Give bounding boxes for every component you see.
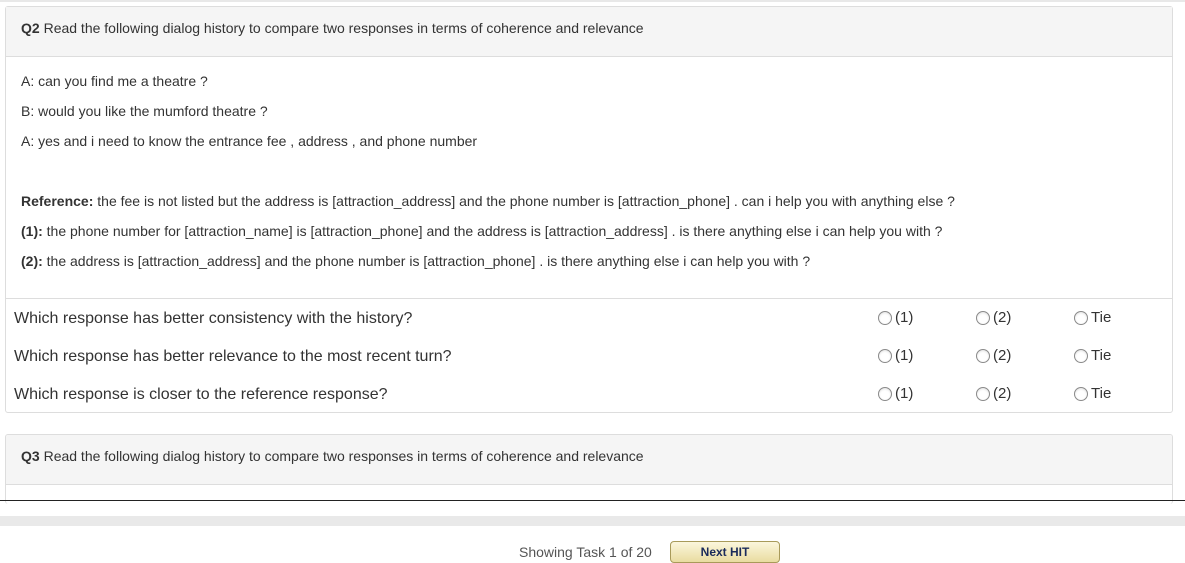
option-label: (1) [895,385,914,402]
question-panel-q2: Q2 Read the following dialog history to … [5,6,1173,413]
rating-row-relevance: Which response has better relevance to t… [14,345,1172,383]
option-tie-radio[interactable]: Tie [1074,347,1111,364]
panel-heading-q2: Q2 Read the following dialog history to … [6,7,1172,57]
radio-circle[interactable] [1074,386,1088,401]
dialog-history: A: can you find me a theatre ? B: would … [6,57,1172,279]
reference-text: the fee is not listed but the address is… [97,193,955,209]
question-instruction: Read the following dialog history to com… [43,20,644,36]
question-number: Q3 [21,448,40,464]
radio-circle[interactable] [1074,348,1088,363]
radio-circle[interactable] [976,348,990,363]
history-turn: B: would you like the mumford theatre ? [21,103,268,119]
option-label: Tie [1091,347,1112,364]
history-turn: A: can you find me a theatre ? [21,73,208,89]
rating-row-consistency: Which response has better consistency wi… [14,307,1172,345]
option-label: Tie [1091,385,1112,402]
radio-circle[interactable] [1074,310,1088,325]
radio-circle[interactable] [976,386,990,401]
option-label: (2) [993,347,1012,364]
reference-label: Reference: [21,193,94,209]
response-2-label: (2): [21,253,43,269]
history-turn: A: yes and i need to know the entrance f… [21,133,478,149]
option-label: (1) [895,309,914,326]
option-1-radio[interactable]: (1) [878,385,913,402]
rating-question: Which response is closer to the referenc… [14,386,388,403]
divider [6,298,1172,299]
option-1-radio[interactable]: (1) [878,309,913,326]
rating-row-reference: Which response is closer to the referenc… [14,383,1172,421]
option-2-radio[interactable]: (2) [976,347,1011,364]
rating-question: Which response has better consistency wi… [14,310,413,327]
response-2-text: the address is [attraction_address] and … [46,253,811,269]
frame-border [0,500,1185,501]
radio-circle[interactable] [878,348,892,363]
response-1: (1): the phone number for [attraction_na… [21,219,1157,249]
task-counter: Showing Task 1 of 20 [519,544,652,560]
rating-question: Which response has better relevance to t… [14,348,452,365]
radio-circle[interactable] [878,310,892,325]
next-hit-button[interactable]: Next HIT [670,541,780,563]
radio-circle[interactable] [976,310,990,325]
option-1-radio[interactable]: (1) [878,347,913,364]
option-label: (2) [993,385,1012,402]
question-panel-q3: Q3 Read the following dialog history to … [5,434,1173,504]
option-tie-radio[interactable]: Tie [1074,309,1111,326]
option-2-radio[interactable]: (2) [976,309,1011,326]
panel-heading-q3: Q3 Read the following dialog history to … [6,435,1172,485]
option-label: (2) [993,309,1012,326]
reference-response: Reference: the fee is not listed but the… [21,189,1157,219]
question-number: Q2 [21,20,40,36]
option-label: Tie [1091,309,1112,326]
radio-circle[interactable] [878,386,892,401]
question-instruction: Read the following dialog history to com… [43,448,644,464]
option-2-radio[interactable]: (2) [976,385,1011,402]
response-2: (2): the address is [attraction_address]… [21,249,1157,279]
response-1-label: (1): [21,223,43,239]
response-1-text: the phone number for [attraction_name] i… [46,223,943,239]
footer-bar [0,516,1185,526]
option-label: (1) [895,347,914,364]
option-tie-radio[interactable]: Tie [1074,385,1111,402]
top-border [0,0,1185,2]
